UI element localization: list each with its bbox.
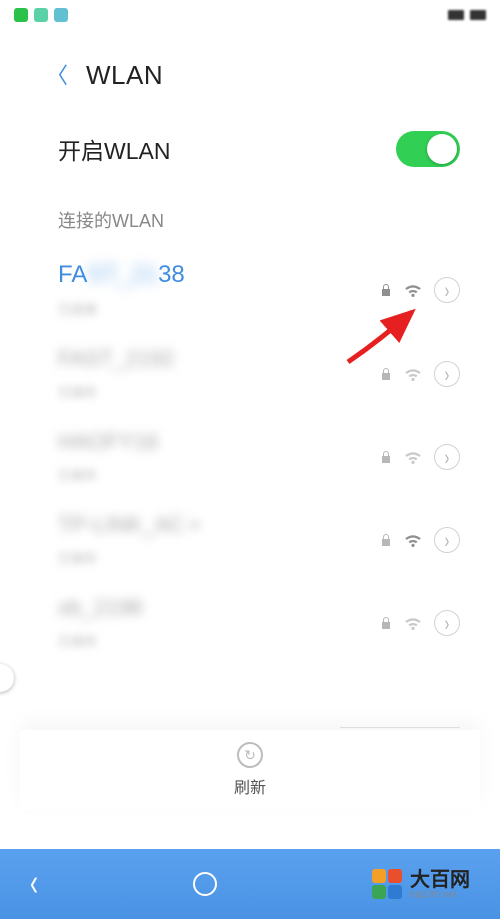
network-ssid: TP-LINK_AC ▪ xyxy=(58,512,199,538)
network-item[interactable]: TP-LINK_AC ▪ 已保存 › xyxy=(0,498,500,581)
status-indicator-3 xyxy=(54,8,68,22)
network-text: HAOFY16 已保存 xyxy=(58,429,158,484)
brand-logo-icon xyxy=(372,869,402,899)
lock-icon xyxy=(380,533,392,547)
network-sub: 已保存 xyxy=(58,631,142,650)
wifi-icon xyxy=(402,531,424,549)
lock-icon xyxy=(380,283,392,297)
screen-header: 〈 WLAN xyxy=(0,30,500,115)
nav-back-button[interactable]: ‹ xyxy=(30,862,38,907)
network-text: FAST_2138 已连接 xyxy=(58,261,185,318)
connected-section-label: 连接的WLAN xyxy=(0,183,500,247)
status-bar xyxy=(0,0,500,30)
assistive-touch-icon[interactable] xyxy=(0,664,14,692)
lock-icon xyxy=(380,450,392,464)
refresh-label: 刷新 xyxy=(234,774,266,798)
network-icons: › xyxy=(380,361,460,387)
network-icons: › xyxy=(380,277,460,303)
network-item[interactable]: xb_2198 已保存 › xyxy=(0,581,500,664)
refresh-bar[interactable]: ↻ 刷新 xyxy=(20,730,480,810)
network-text: xb_2198 已保存 xyxy=(58,595,142,650)
page-title: WLAN xyxy=(86,60,163,91)
network-detail-button[interactable]: › xyxy=(434,277,460,303)
network-sub: 已连接 xyxy=(58,299,185,318)
nav-home-button[interactable] xyxy=(193,872,217,896)
network-item[interactable]: HAOFY16 已保存 › xyxy=(0,415,500,498)
wifi-icon xyxy=(402,281,424,299)
status-right xyxy=(448,10,486,20)
status-indicator-2 xyxy=(34,8,48,22)
wlan-toggle-row: 开启WLAN xyxy=(0,115,500,183)
wlan-toggle-label: 开启WLAN xyxy=(58,132,170,166)
network-icons: › xyxy=(380,527,460,553)
network-sub: 已保存 xyxy=(58,382,174,401)
network-icons: › xyxy=(380,610,460,636)
network-text: TP-LINK_AC ▪ 已保存 xyxy=(58,512,199,567)
wifi-icon xyxy=(402,365,424,383)
status-left xyxy=(14,8,68,22)
network-detail-button[interactable]: › xyxy=(434,610,460,636)
wifi-icon xyxy=(402,614,424,632)
network-icons: › xyxy=(380,444,460,470)
lock-icon xyxy=(380,367,392,381)
battery-icon xyxy=(470,10,486,20)
network-sub: 已保存 xyxy=(58,465,158,484)
refresh-icon: ↻ xyxy=(237,742,263,768)
back-button[interactable]: 〈 xyxy=(46,65,68,87)
divider xyxy=(340,727,460,728)
network-ssid: xb_2198 xyxy=(58,595,142,621)
brand-name: 大百网 xyxy=(410,870,470,890)
network-ssid: HAOFY16 xyxy=(58,429,158,455)
network-text: FAST_2192 已保存 xyxy=(58,346,174,401)
brand-watermark: 大百网 big100.net xyxy=(372,869,470,899)
network-sub: 已保存 xyxy=(58,548,199,567)
signal-icon xyxy=(448,10,464,20)
connected-network-item[interactable]: FAST_2138 已连接 › xyxy=(0,247,500,332)
network-detail-button[interactable]: › xyxy=(434,361,460,387)
wlan-toggle[interactable] xyxy=(396,131,460,167)
network-detail-button[interactable]: › xyxy=(434,444,460,470)
bottom-bar: ‹ 大百网 big100.net xyxy=(0,849,500,919)
wifi-icon xyxy=(402,448,424,466)
status-indicator-1 xyxy=(14,8,28,22)
lock-icon xyxy=(380,616,392,630)
network-ssid: FAST_2192 xyxy=(58,346,174,372)
network-ssid: FAST_2138 xyxy=(58,261,185,289)
network-item[interactable]: FAST_2192 已保存 › xyxy=(0,332,500,415)
brand-domain: big100.net xyxy=(410,890,470,899)
network-detail-button[interactable]: › xyxy=(434,527,460,553)
